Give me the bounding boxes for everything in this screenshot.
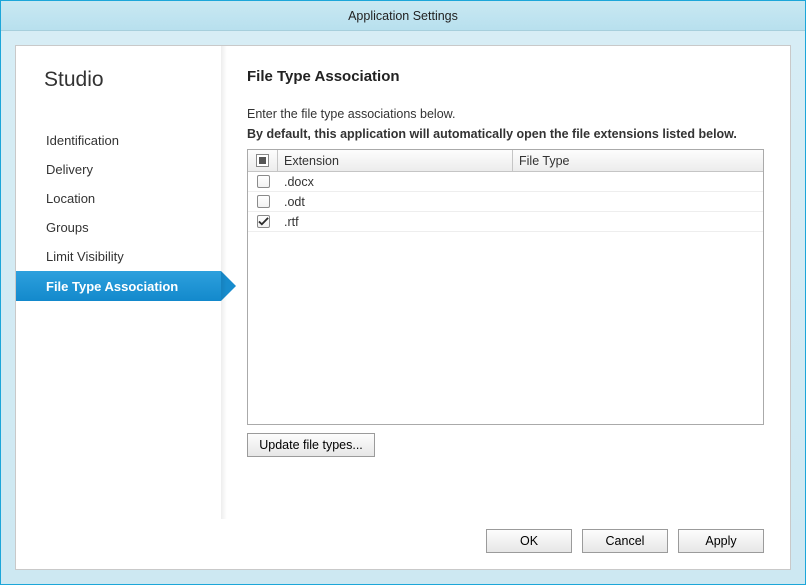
window-title: Application Settings (348, 9, 458, 23)
sidebar-item-identification[interactable]: Identification (44, 126, 221, 155)
header-filetype[interactable]: File Type (513, 150, 763, 171)
sidebar-item-label: Groups (46, 220, 89, 235)
content-area: Studio Identification Delivery Location … (16, 46, 790, 519)
cancel-button[interactable]: Cancel (582, 529, 668, 553)
row-extension: .odt (278, 195, 513, 209)
sidebar-item-label: Identification (46, 133, 119, 148)
ok-button[interactable]: OK (486, 529, 572, 553)
check-icon (258, 216, 269, 227)
nav-list: Identification Delivery Location Groups … (44, 126, 221, 301)
outer-frame: Studio Identification Delivery Location … (1, 31, 805, 584)
table-row[interactable]: .odt (248, 192, 763, 212)
sidebar-item-groups[interactable]: Groups (44, 213, 221, 242)
row-extension: .rtf (278, 215, 513, 229)
row-extension: .docx (278, 175, 513, 189)
sidebar-item-delivery[interactable]: Delivery (44, 155, 221, 184)
table-row[interactable]: .docx (248, 172, 763, 192)
table-row[interactable]: .rtf (248, 212, 763, 232)
sidebar-item-location[interactable]: Location (44, 184, 221, 213)
sidebar-item-label: Limit Visibility (46, 249, 124, 264)
header-checkbox-cell[interactable] (248, 150, 278, 171)
row-checkbox[interactable] (257, 215, 270, 228)
sidebar-item-label: Delivery (46, 162, 93, 177)
tristate-checkbox-icon (256, 154, 269, 167)
apply-button[interactable]: Apply (678, 529, 764, 553)
sidebar-item-limit-visibility[interactable]: Limit Visibility (44, 242, 221, 271)
intro-text-1: Enter the file type associations below. (247, 107, 764, 121)
header-extension[interactable]: Extension (278, 150, 513, 171)
titlebar: Application Settings (1, 1, 805, 31)
inner-panel: Studio Identification Delivery Location … (15, 45, 791, 570)
app-window: Application Settings Studio Identificati… (0, 0, 806, 585)
main-panel: File Type Association Enter the file typ… (221, 46, 790, 519)
sidebar-item-label: Location (46, 191, 95, 206)
row-checkbox[interactable] (257, 175, 270, 188)
file-type-grid: Extension File Type .docx (247, 149, 764, 425)
sidebar: Studio Identification Delivery Location … (16, 46, 221, 519)
intro-text-2: By default, this application will automa… (247, 127, 764, 141)
dialog-footer: OK Cancel Apply (16, 519, 790, 569)
row-checkbox[interactable] (257, 195, 270, 208)
grid-header: Extension File Type (248, 150, 763, 172)
page-title: File Type Association (247, 68, 764, 85)
sidebar-item-label: File Type Association (46, 279, 178, 294)
sidebar-item-file-type-association[interactable]: File Type Association (16, 271, 221, 301)
sidebar-title: Studio (44, 68, 221, 92)
update-file-types-button[interactable]: Update file types... (247, 433, 375, 457)
